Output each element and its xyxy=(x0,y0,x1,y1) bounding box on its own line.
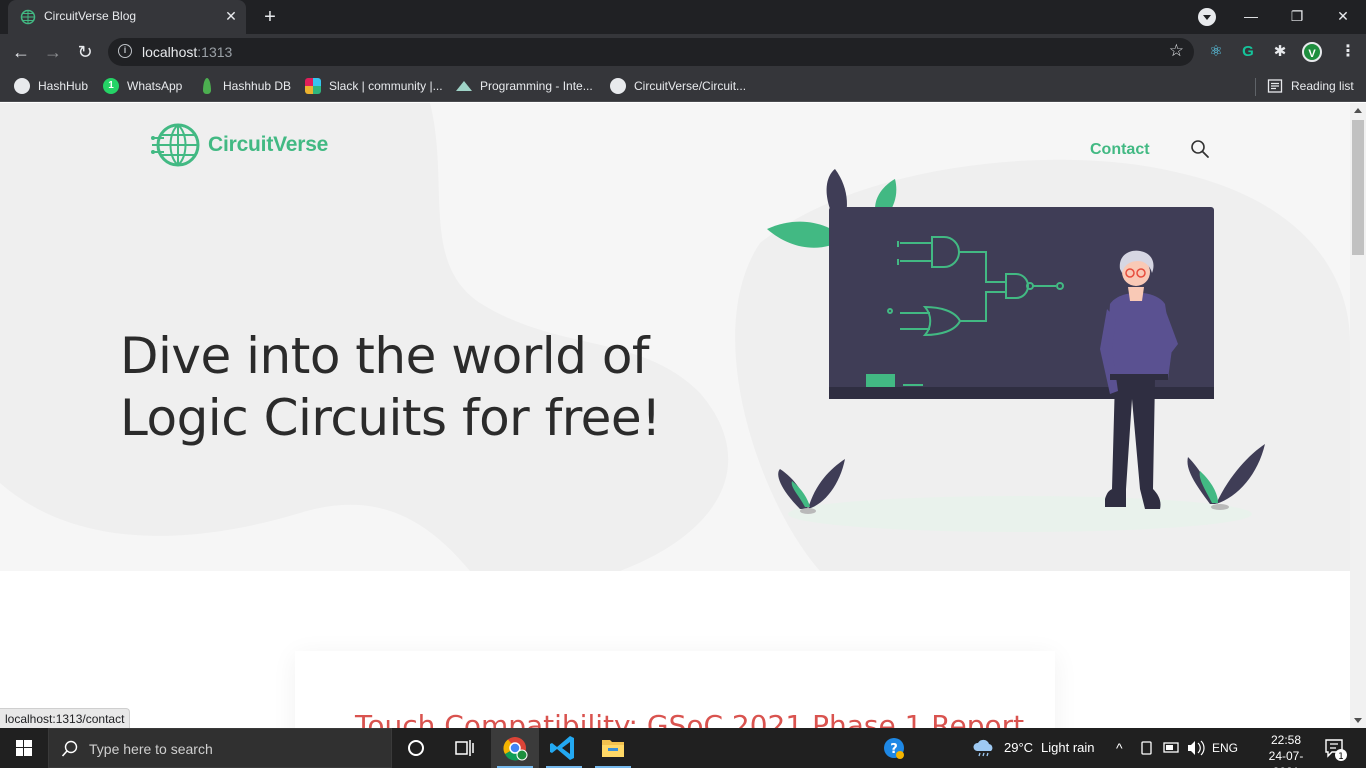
scroll-down-arrow[interactable] xyxy=(1354,718,1362,723)
scrollbar-thumb[interactable] xyxy=(1352,120,1364,255)
page-viewport: CircuitVerse Contact Dive into the world… xyxy=(0,103,1350,728)
teacher-chalkboard-illustration xyxy=(767,169,1265,532)
circuitverse-favicon-icon xyxy=(20,9,36,25)
slack-icon xyxy=(305,78,321,94)
blog-post-title[interactable]: Touch Compatibility: GSoC 2021 Phase 1 R… xyxy=(355,709,1024,728)
headline-line-1: Dive into the world of xyxy=(120,327,650,385)
help-tray-icon[interactable]: ? xyxy=(882,728,906,768)
scroll-up-arrow[interactable] xyxy=(1354,108,1362,113)
profile-avatar[interactable]: V xyxy=(1302,42,1322,62)
mountain-icon xyxy=(456,81,472,91)
notification-icon: 1 xyxy=(1325,739,1347,762)
bookmarks-separator xyxy=(1255,78,1256,96)
minimize-button[interactable]: — xyxy=(1228,0,1274,34)
bookmarks-bar: HashHub 1 WhatsApp Hashhub DB Slack | com… xyxy=(0,70,1366,102)
browser-toolbar: ← → ↻ i localhost:1313 ☆ ⚛ G ✱ V ⋮ xyxy=(0,34,1366,70)
logo-text: CircuitVerse xyxy=(208,133,329,156)
tab-search-icon[interactable] xyxy=(1198,8,1216,26)
taskbar-chrome[interactable] xyxy=(491,728,539,768)
bookmark-circuitverse-github[interactable]: CircuitVerse/Circuit... xyxy=(610,76,746,96)
tray-system-icons[interactable] xyxy=(1138,728,1208,768)
windows-logo-icon xyxy=(16,740,32,756)
bookmark-programming[interactable]: Programming - Inte... xyxy=(456,76,593,96)
show-hidden-icons-chevron-up-icon[interactable]: ^ xyxy=(1116,728,1123,768)
back-button[interactable]: ← xyxy=(8,39,34,65)
tab-strip: CircuitVerse Blog ✕ + — ❐ ✕ xyxy=(0,0,1366,34)
vscode-icon xyxy=(550,736,574,760)
weather-temp: 29°C xyxy=(1004,740,1034,755)
bookmark-hashhub-db[interactable]: Hashhub DB xyxy=(199,76,291,96)
circuitverse-logo[interactable]: CircuitVerse xyxy=(150,117,328,173)
hero-section: CircuitVerse Contact Dive into the world… xyxy=(0,103,1350,571)
restore-button[interactable]: ❐ xyxy=(1274,0,1320,34)
search-icon xyxy=(61,740,78,757)
address-bar[interactable]: i localhost:1313 ☆ xyxy=(108,38,1194,66)
reading-list-icon xyxy=(1267,79,1283,93)
tab-close-icon[interactable]: ✕ xyxy=(222,7,240,25)
site-info-icon[interactable]: i xyxy=(118,44,132,58)
url-host: localhost xyxy=(142,44,198,60)
puzzle-extensions-icon[interactable]: ✱ xyxy=(1270,42,1290,62)
file-explorer-icon xyxy=(602,740,624,757)
bookmark-slack[interactable]: Slack | community |... xyxy=(305,76,443,96)
weather-text: Light rain xyxy=(1041,740,1095,755)
github-icon xyxy=(610,78,626,94)
forward-button[interactable]: → xyxy=(40,39,66,65)
clock-time: 22:58 xyxy=(1270,733,1302,747)
url-port: :1313 xyxy=(197,44,233,60)
windows-taskbar: Type here to search ? 29°C Light rain ^ … xyxy=(0,728,1366,768)
page-scrollbar[interactable] xyxy=(1350,103,1366,728)
taskbar-clock[interactable]: 22:58 24-07-2021 xyxy=(1258,732,1314,768)
hero-headline: Dive into the world of Logic Circuits fo… xyxy=(120,325,661,449)
nav-contact-link[interactable]: Contact xyxy=(1090,141,1150,159)
cortana-circle-icon xyxy=(408,740,424,756)
language-indicator[interactable]: ENG xyxy=(1212,728,1238,768)
mongodb-leaf-icon xyxy=(203,78,211,94)
taskbar-search-placeholder: Type here to search xyxy=(89,741,213,757)
weather-widget[interactable]: 29°C Light rain xyxy=(972,728,1095,768)
bookmark-star-icon[interactable]: ☆ xyxy=(1169,41,1184,61)
task-view-button[interactable] xyxy=(440,728,488,768)
github-icon xyxy=(14,78,30,94)
taskbar-vscode[interactable] xyxy=(540,728,588,768)
link-status-bubble: localhost:1313/contact xyxy=(0,708,131,728)
taskbar-file-explorer[interactable] xyxy=(589,728,637,768)
search-icon[interactable] xyxy=(1190,139,1210,159)
tab-circuitverse-blog[interactable]: CircuitVerse Blog ✕ xyxy=(8,0,246,34)
blog-post-card[interactable]: Touch Compatibility: GSoC 2021 Phase 1 R… xyxy=(295,651,1055,728)
action-center-button[interactable]: 1 xyxy=(1322,728,1352,768)
clock-date: 24-07-2021 xyxy=(1268,749,1304,768)
whatsapp-icon: 1 xyxy=(103,78,119,94)
tab-title: CircuitVerse Blog xyxy=(44,9,137,23)
start-button[interactable] xyxy=(0,728,48,768)
cortana-button[interactable] xyxy=(392,728,440,768)
rain-cloud-icon xyxy=(973,739,993,757)
notification-count: 1 xyxy=(1338,752,1344,762)
chrome-menu-icon[interactable]: ⋮ xyxy=(1340,42,1356,62)
bookmark-whatsapp[interactable]: 1 WhatsApp xyxy=(103,76,182,96)
react-devtools-icon[interactable]: ⚛ xyxy=(1206,42,1226,62)
reading-list-button[interactable]: Reading list xyxy=(1267,76,1354,96)
taskbar-search-box[interactable]: Type here to search xyxy=(48,728,392,768)
address-url: localhost:1313 xyxy=(142,44,232,60)
close-window-button[interactable]: ✕ xyxy=(1320,0,1366,34)
bookmark-hashhub[interactable]: HashHub xyxy=(14,76,88,96)
chrome-icon xyxy=(503,737,528,761)
reload-button[interactable]: ↻ xyxy=(72,39,98,65)
headline-line-2: Logic Circuits for free! xyxy=(120,389,661,447)
new-tab-button[interactable]: + xyxy=(259,6,281,28)
task-view-icon xyxy=(455,740,474,756)
circuitverse-globe-icon xyxy=(151,123,200,167)
grammarly-icon[interactable]: G xyxy=(1238,42,1258,62)
